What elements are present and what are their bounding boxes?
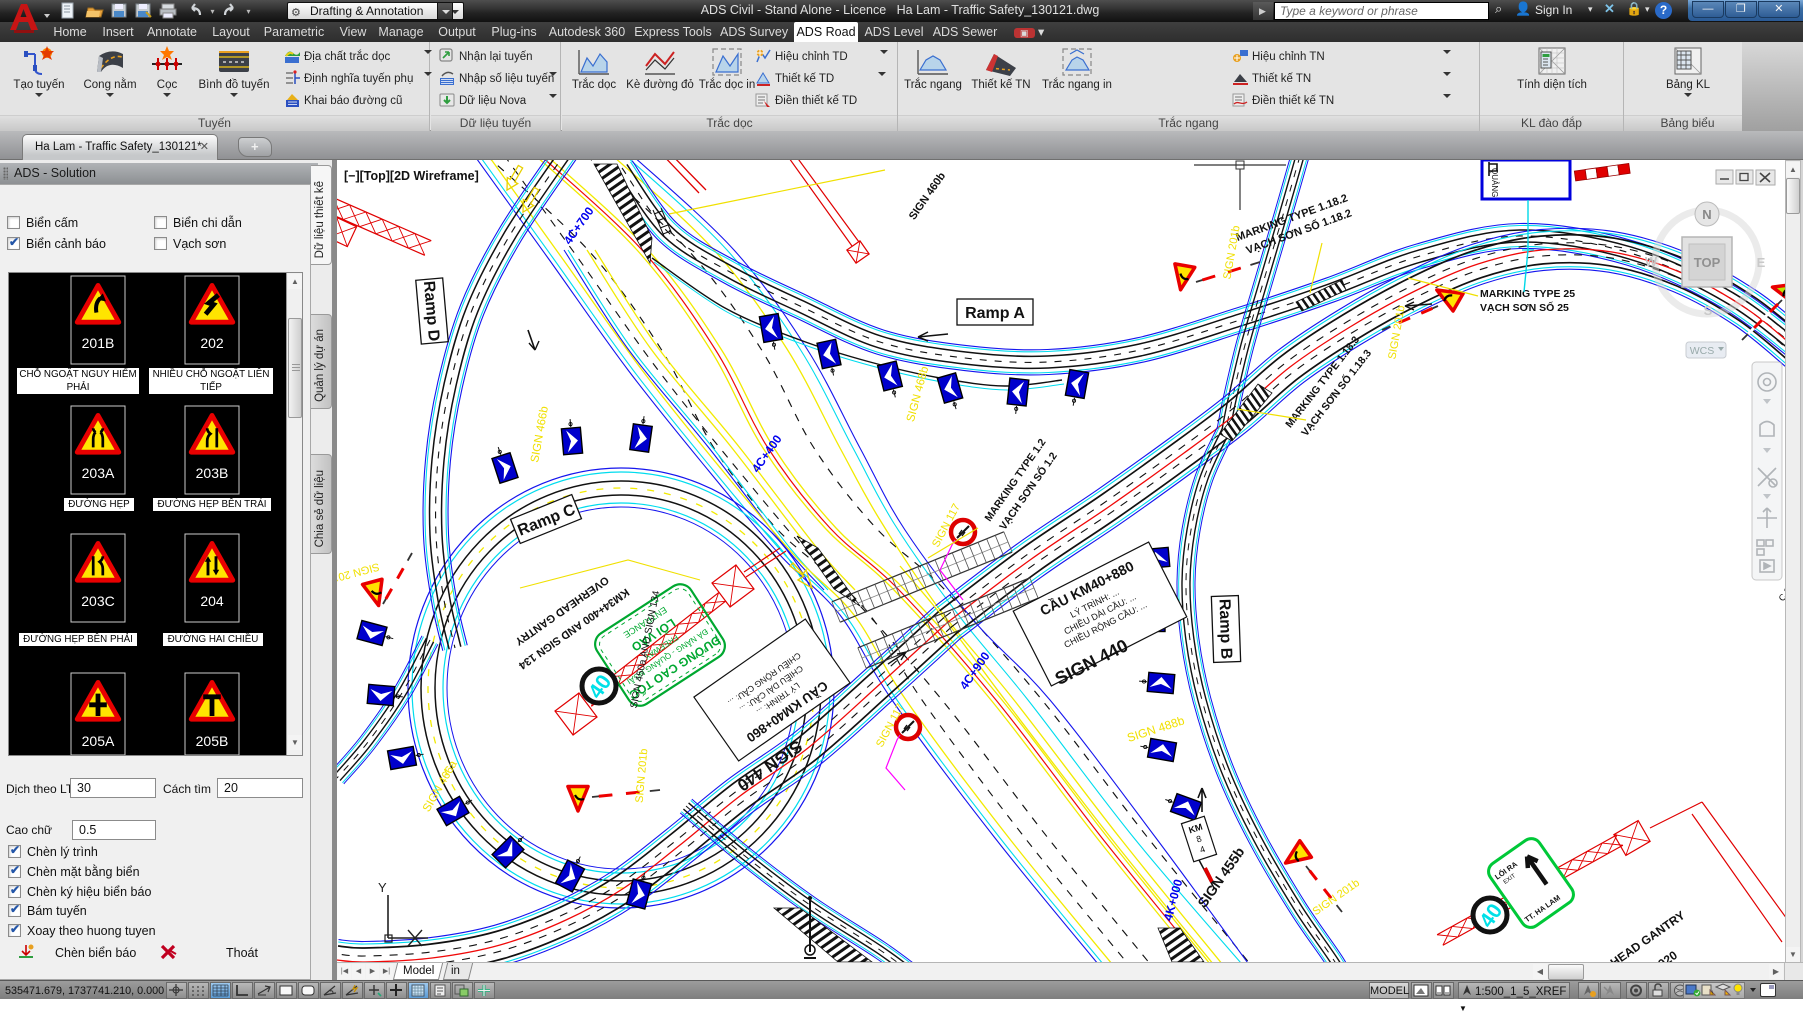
svg-text:201B: 201B [82, 335, 115, 351]
svg-text:205B: 205B [196, 733, 229, 749]
svg-text:WCS: WCS [1690, 345, 1715, 357]
svg-text:MARKING TYPE 25: MARKING TYPE 25 [1480, 288, 1575, 300]
svg-text:202: 202 [200, 335, 224, 351]
svg-text:203B: 203B [196, 465, 229, 481]
svg-text:[−][Top][2D Wireframe]: [−][Top][2D Wireframe] [344, 169, 479, 183]
svg-text:Y: Y [378, 880, 387, 895]
svg-text:204: 204 [200, 593, 224, 609]
svg-text:QUẢNG: QUẢNG [1490, 168, 1499, 197]
svg-text:N: N [1702, 207, 1711, 222]
svg-text:VẠCH SƠN SỐ 25: VẠCH SƠN SỐ 25 [1480, 300, 1569, 314]
svg-text:205A: 205A [82, 733, 115, 749]
svg-text:Ramp A: Ramp A [965, 305, 1025, 322]
svg-text:S: S [1704, 303, 1713, 318]
svg-text:203C: 203C [81, 593, 114, 609]
svg-text:Ramp B: Ramp B [1215, 599, 1234, 660]
svg-text:TOP: TOP [1694, 255, 1721, 270]
svg-text:W: W [1645, 254, 1658, 269]
svg-text:E: E [1757, 255, 1766, 270]
svg-text:203A: 203A [82, 465, 115, 481]
